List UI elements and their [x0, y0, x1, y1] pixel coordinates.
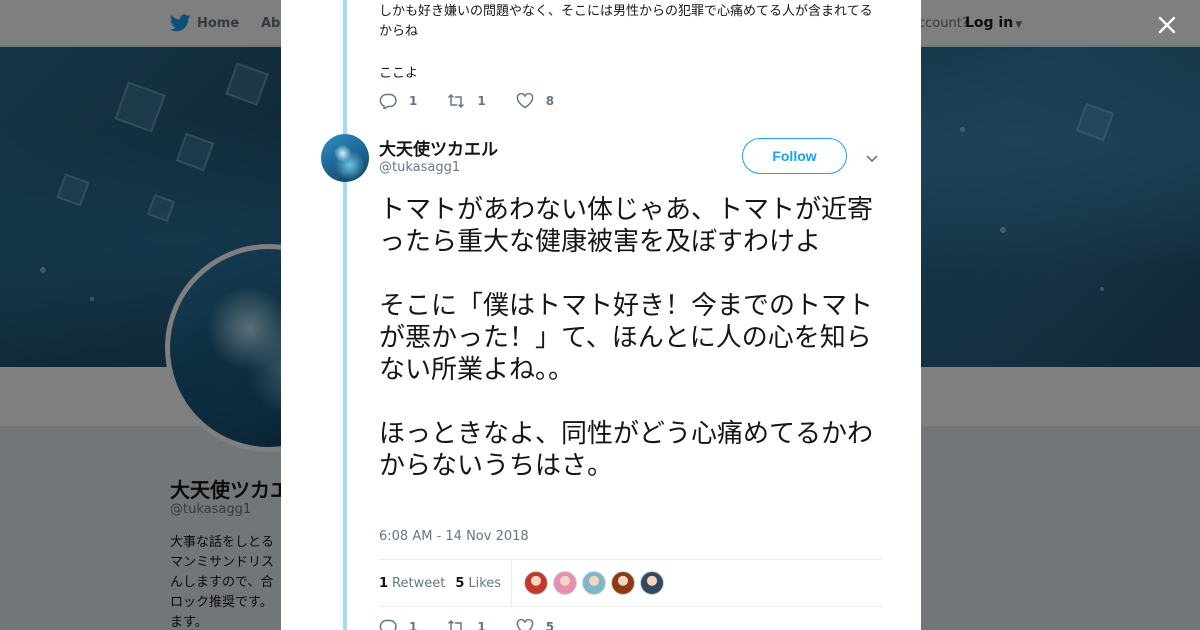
tweet-modal: しかも好き嫌いの問題やなく、そこには男性からの犯罪で心痛めてる人が含まれてるから… [281, 0, 921, 630]
retweet-stat-label: Retweet [392, 575, 446, 591]
liker-avatar[interactable] [582, 571, 607, 595]
follow-button[interactable]: Follow [742, 138, 847, 174]
tweet-stats: 1 Retweet 5 Likes [379, 559, 882, 607]
author-handle[interactable]: @tukasagg1 [379, 160, 460, 175]
close-icon [1158, 16, 1176, 34]
thread-connector-line [343, 0, 347, 630]
stats-divider [511, 560, 513, 606]
chevron-down-icon[interactable] [864, 150, 880, 166]
reply-button[interactable]: 1 [379, 619, 417, 630]
liker-avatar[interactable] [611, 571, 636, 595]
heart-icon [516, 619, 533, 630]
like-count: 5 [545, 620, 555, 630]
reply-count: 1 [409, 94, 418, 108]
tweet-actions: 1 1 5 [379, 619, 584, 630]
retweet-button[interactable]: 1 [447, 619, 486, 630]
previous-tweet-actions: 1 1 8 [379, 93, 584, 109]
heart-icon [516, 93, 533, 109]
retweet-button[interactable]: 1 [447, 93, 486, 109]
like-stat-label: Likes [468, 575, 502, 591]
reply-icon [379, 619, 397, 630]
retweet-stat-count: 1 [379, 575, 389, 591]
like-count: 8 [545, 94, 555, 108]
tweet-timestamp[interactable]: 6:08 AM - 14 Nov 2018 [379, 529, 529, 544]
like-button[interactable]: 5 [516, 619, 554, 630]
reply-icon [379, 93, 397, 109]
close-button[interactable] [1152, 10, 1182, 40]
tweet-text: トマトがあわない体じゃあ、トマトが近寄ったら重大な健康被害を及ぼすわけよ そこに… [379, 195, 874, 481]
like-button[interactable]: 8 [516, 93, 554, 109]
retweet-stat[interactable]: 1 Retweet [379, 576, 445, 591]
retweet-icon [448, 93, 465, 109]
retweet-count: 1 [477, 94, 486, 108]
liker-avatar[interactable] [640, 571, 665, 595]
previous-tweet-text-2: ここよ [379, 66, 419, 81]
liker-avatar[interactable] [553, 571, 578, 595]
reply-button[interactable]: 1 [379, 93, 417, 109]
retweet-count: 1 [477, 620, 486, 630]
like-stat[interactable]: 5 Likes [455, 576, 501, 591]
liker-avatars [524, 571, 669, 595]
like-stat-count: 5 [455, 575, 465, 591]
previous-tweet-text: しかも好き嫌いの問題やなく、そこには男性からの犯罪で心痛めてる人が含まれてるから… [379, 4, 873, 39]
liker-avatar[interactable] [524, 571, 549, 595]
reply-count: 1 [409, 620, 418, 630]
author-avatar[interactable] [321, 134, 369, 182]
retweet-icon [448, 619, 464, 630]
author-name[interactable]: 大天使ツカエル [379, 135, 498, 160]
